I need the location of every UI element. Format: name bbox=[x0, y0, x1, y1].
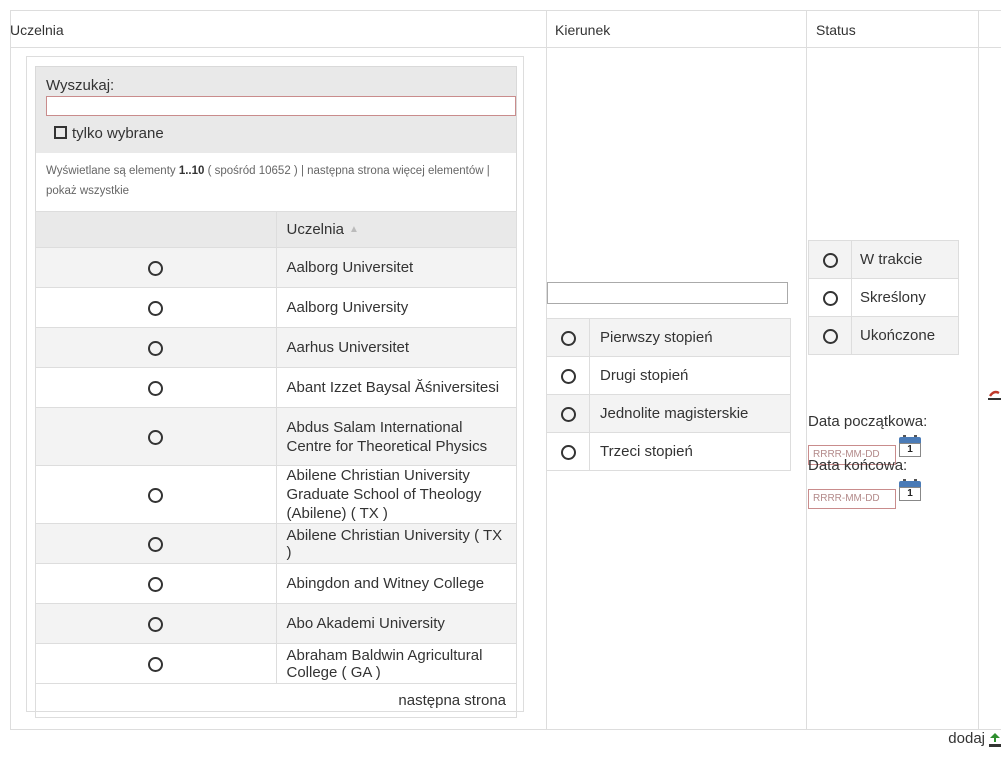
pagination-info: Wyświetlane są elementy 1..10 ( spośród … bbox=[35, 153, 517, 211]
radio-icon[interactable] bbox=[822, 252, 838, 268]
university-name: Aarhus Universitet bbox=[275, 327, 517, 368]
radio-icon[interactable] bbox=[148, 300, 164, 316]
university-table: Uczelnia ▲ Aalborg Universitet Aalborg Un… bbox=[35, 211, 517, 684]
list-item[interactable]: Skreślony bbox=[808, 278, 959, 317]
header-kierunek: Kierunek bbox=[555, 22, 611, 38]
checkbox-icon[interactable] bbox=[54, 126, 67, 139]
list-item[interactable]: Ukończone bbox=[808, 316, 959, 355]
header-status: Status bbox=[816, 22, 856, 38]
column-header-label: Uczelnia bbox=[286, 221, 345, 238]
start-date-label: Data początkowa: bbox=[808, 413, 928, 430]
field-of-study-input[interactable] bbox=[547, 282, 788, 304]
degree-label: Drugi stopień bbox=[589, 356, 791, 395]
radio-icon[interactable] bbox=[148, 576, 164, 592]
radio-icon[interactable] bbox=[560, 406, 576, 422]
radio-icon[interactable] bbox=[560, 330, 576, 346]
radio-icon[interactable] bbox=[822, 290, 838, 306]
status-label: W trakcie bbox=[851, 240, 959, 279]
header-uczelnia: Uczelnia bbox=[10, 22, 64, 38]
status-label: Skreślony bbox=[851, 278, 959, 317]
search-input[interactable] bbox=[46, 96, 516, 116]
sort-ascending-icon: ▲ bbox=[349, 224, 359, 235]
list-item[interactable]: Drugi stopień bbox=[546, 356, 791, 395]
status-label: Ukończone bbox=[851, 316, 959, 355]
radio-icon[interactable] bbox=[148, 340, 164, 356]
table-row[interactable]: Aalborg University bbox=[35, 287, 517, 328]
radio-icon[interactable] bbox=[822, 328, 838, 344]
footer-divider bbox=[10, 729, 1001, 730]
radio-icon[interactable] bbox=[148, 616, 164, 632]
list-item[interactable]: Pierwszy stopień bbox=[546, 318, 791, 357]
table-row[interactable]: Abingdon and Witney College bbox=[35, 563, 517, 604]
university-name: Abraham Baldwin Agricultural College ( G… bbox=[275, 643, 517, 684]
calendar-day: 1 bbox=[899, 443, 921, 457]
radio-icon[interactable] bbox=[560, 444, 576, 460]
table-row[interactable]: Abo Akademi University bbox=[35, 603, 517, 644]
table-row[interactable]: Aarhus Universitet bbox=[35, 327, 517, 368]
table-row[interactable]: Abraham Baldwin Agricultural College ( G… bbox=[35, 643, 517, 684]
degree-label: Trzeci stopień bbox=[589, 432, 791, 471]
table-row[interactable]: Abant Izzet Baysal Ăśniversitesi bbox=[35, 367, 517, 408]
table-row[interactable]: Aalborg Universitet bbox=[35, 247, 517, 288]
remove-icon[interactable] bbox=[988, 388, 1001, 404]
degree-label: Pierwszy stopień bbox=[589, 318, 791, 357]
list-item[interactable]: Trzeci stopień bbox=[546, 432, 791, 471]
radio-column-header bbox=[35, 211, 277, 248]
radio-icon[interactable] bbox=[148, 656, 164, 672]
table-row[interactable]: Abilene Christian University ( TX ) bbox=[35, 523, 517, 564]
radio-icon[interactable] bbox=[148, 536, 164, 552]
add-icon[interactable] bbox=[989, 733, 1001, 747]
end-date-label: Data końcowa: bbox=[808, 457, 908, 474]
header-divider bbox=[10, 47, 1001, 48]
search-label: Wyszukaj: bbox=[46, 77, 115, 94]
calendar-icon[interactable]: 1 bbox=[899, 479, 921, 501]
university-picker: Wyszukaj: tylko wybrane Wyświetlane są e… bbox=[26, 56, 524, 718]
table-row[interactable]: Abdus Salam International Centre for The… bbox=[35, 407, 517, 466]
column-divider bbox=[806, 11, 807, 729]
column-divider bbox=[10, 11, 11, 729]
end-date-input[interactable]: RRRR-MM-DD bbox=[808, 489, 896, 509]
list-item[interactable]: W trakcie bbox=[808, 240, 959, 279]
radio-icon[interactable] bbox=[148, 260, 164, 276]
university-name: Abilene Christian University ( TX ) bbox=[275, 523, 517, 564]
info-prefix: Wyświetlane są elementy bbox=[46, 165, 179, 177]
university-name: Aalborg Universitet bbox=[275, 247, 517, 288]
university-name: Abingdon and Witney College bbox=[275, 563, 517, 604]
university-name: Abilene Christian University Graduate Sc… bbox=[275, 465, 517, 524]
next-page-link[interactable]: następna strona bbox=[398, 692, 506, 709]
list-item[interactable]: Jednolite magisterskie bbox=[546, 394, 791, 433]
degree-label: Jednolite magisterskie bbox=[589, 394, 791, 433]
add-button[interactable]: dodaj bbox=[948, 730, 985, 747]
column-header-uczelnia[interactable]: Uczelnia ▲ bbox=[275, 211, 517, 248]
table-row[interactable]: Abilene Christian University Graduate Sc… bbox=[35, 465, 517, 524]
radio-icon[interactable] bbox=[560, 368, 576, 384]
calendar-icon[interactable]: 1 bbox=[899, 435, 921, 457]
status-table: W trakcie Skreślony Ukończone bbox=[808, 240, 959, 355]
info-range: 1..10 bbox=[178, 165, 205, 177]
search-panel: Wyszukaj: tylko wybrane bbox=[35, 66, 517, 153]
only-selected-toggle[interactable]: tylko wybrane bbox=[54, 125, 164, 142]
university-name: Aalborg University bbox=[275, 287, 517, 328]
calendar-day: 1 bbox=[899, 487, 921, 501]
university-name: Abo Akademi University bbox=[275, 603, 517, 644]
degree-table: Pierwszy stopień Drugi stopień Jednolite… bbox=[546, 318, 791, 471]
radio-icon[interactable] bbox=[148, 429, 164, 445]
pager: następna strona bbox=[35, 684, 517, 718]
university-name: Abant Izzet Baysal Ăśniversitesi bbox=[275, 367, 517, 408]
column-divider bbox=[978, 11, 979, 729]
radio-icon[interactable] bbox=[148, 380, 164, 396]
university-name: Abdus Salam International Centre for The… bbox=[275, 407, 517, 466]
radio-icon[interactable] bbox=[148, 487, 164, 503]
only-selected-label: tylko wybrane bbox=[72, 125, 164, 142]
